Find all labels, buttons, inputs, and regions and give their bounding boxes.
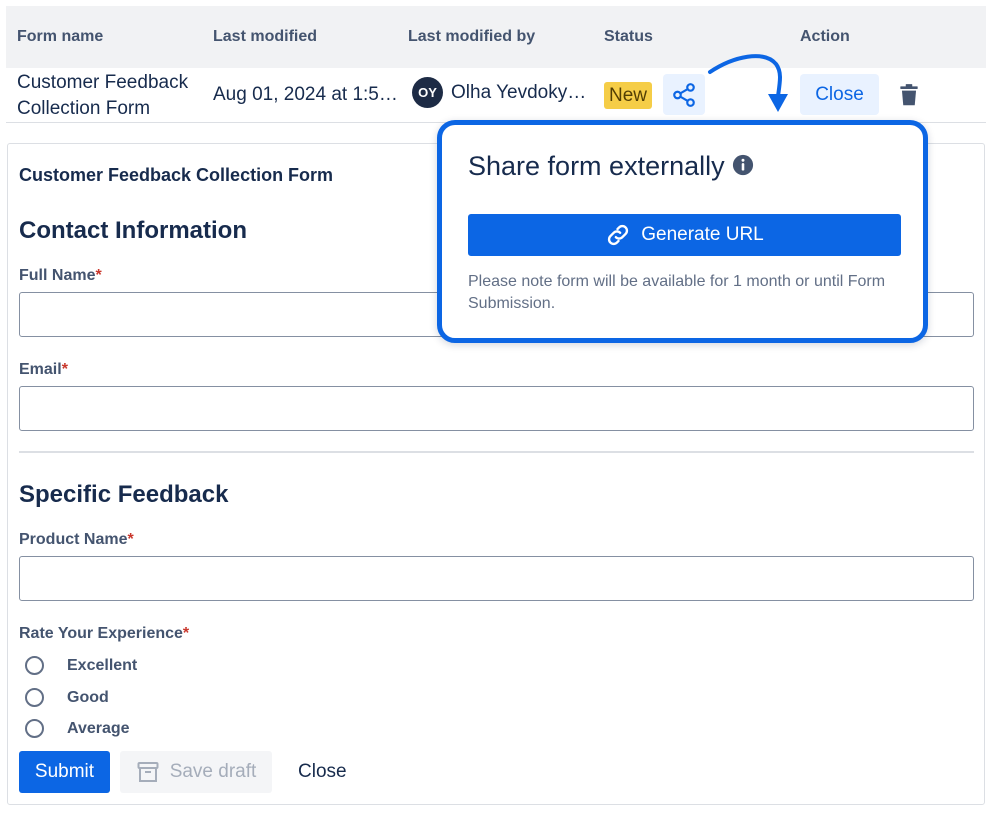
share-popup: Share form externally Generate URL Pleas…: [437, 120, 928, 343]
radio-option-excellent[interactable]: Excellent: [25, 656, 137, 675]
share-button[interactable]: [663, 74, 705, 115]
column-header-status[interactable]: Status: [604, 28, 653, 46]
radio-button[interactable]: [25, 719, 44, 738]
generate-url-button[interactable]: Generate URL: [468, 214, 901, 256]
radio-button[interactable]: [25, 688, 44, 707]
generate-url-label: Generate URL: [641, 224, 764, 245]
form-title: Customer Feedback Collection Form: [19, 165, 334, 185]
form-close-button[interactable]: Close: [298, 761, 347, 783]
last-modified-by-cell: Olha Yevdoky…: [451, 82, 587, 103]
section-heading-contact: Contact Information: [19, 217, 247, 244]
column-header-action: Action: [800, 28, 850, 45]
popup-title: Share form externally: [468, 151, 725, 181]
form-name-cell[interactable]: Customer Feedback Collection Form: [17, 70, 197, 122]
rate-experience-label: Rate Your Experience*: [19, 625, 190, 642]
column-header-last-modified-by[interactable]: Last modified by: [408, 28, 535, 46]
product-name-input[interactable]: [19, 556, 974, 601]
email-input[interactable]: [19, 386, 974, 431]
last-modified-cell: Aug 01, 2024 at 1:5…: [213, 84, 398, 105]
row-close-button[interactable]: Close: [800, 74, 879, 115]
save-draft-label: Save draft: [169, 761, 257, 782]
radio-option-good[interactable]: Good: [25, 688, 109, 707]
save-draft-button[interactable]: Save draft: [120, 751, 272, 793]
trash-icon[interactable]: [896, 82, 922, 108]
link-icon: [608, 224, 629, 246]
avatar: OY: [412, 77, 443, 108]
email-label: Email*: [19, 361, 68, 378]
column-header-last-modified[interactable]: Last modified: [213, 28, 317, 46]
status-badge: New: [604, 82, 653, 109]
share-icon: [673, 82, 695, 107]
submit-button[interactable]: Submit: [19, 751, 110, 793]
table-header: Form name Last modified Last modified by…: [6, 6, 986, 68]
info-icon[interactable]: [732, 154, 754, 176]
column-header-form-name[interactable]: Form name: [17, 28, 103, 46]
product-name-label: Product Name*: [19, 531, 134, 548]
table-row: Customer Feedback Collection Form Aug 01…: [6, 68, 986, 123]
annotation-arrow: [708, 54, 788, 112]
radio-button[interactable]: [25, 656, 44, 675]
radio-option-average[interactable]: Average: [25, 719, 130, 738]
archive-icon: [137, 762, 159, 782]
popup-note: Please note form will be available for 1…: [468, 273, 886, 312]
full-name-label: Full Name*: [19, 267, 102, 284]
section-divider: [19, 451, 974, 453]
section-heading-feedback: Specific Feedback: [19, 481, 229, 508]
